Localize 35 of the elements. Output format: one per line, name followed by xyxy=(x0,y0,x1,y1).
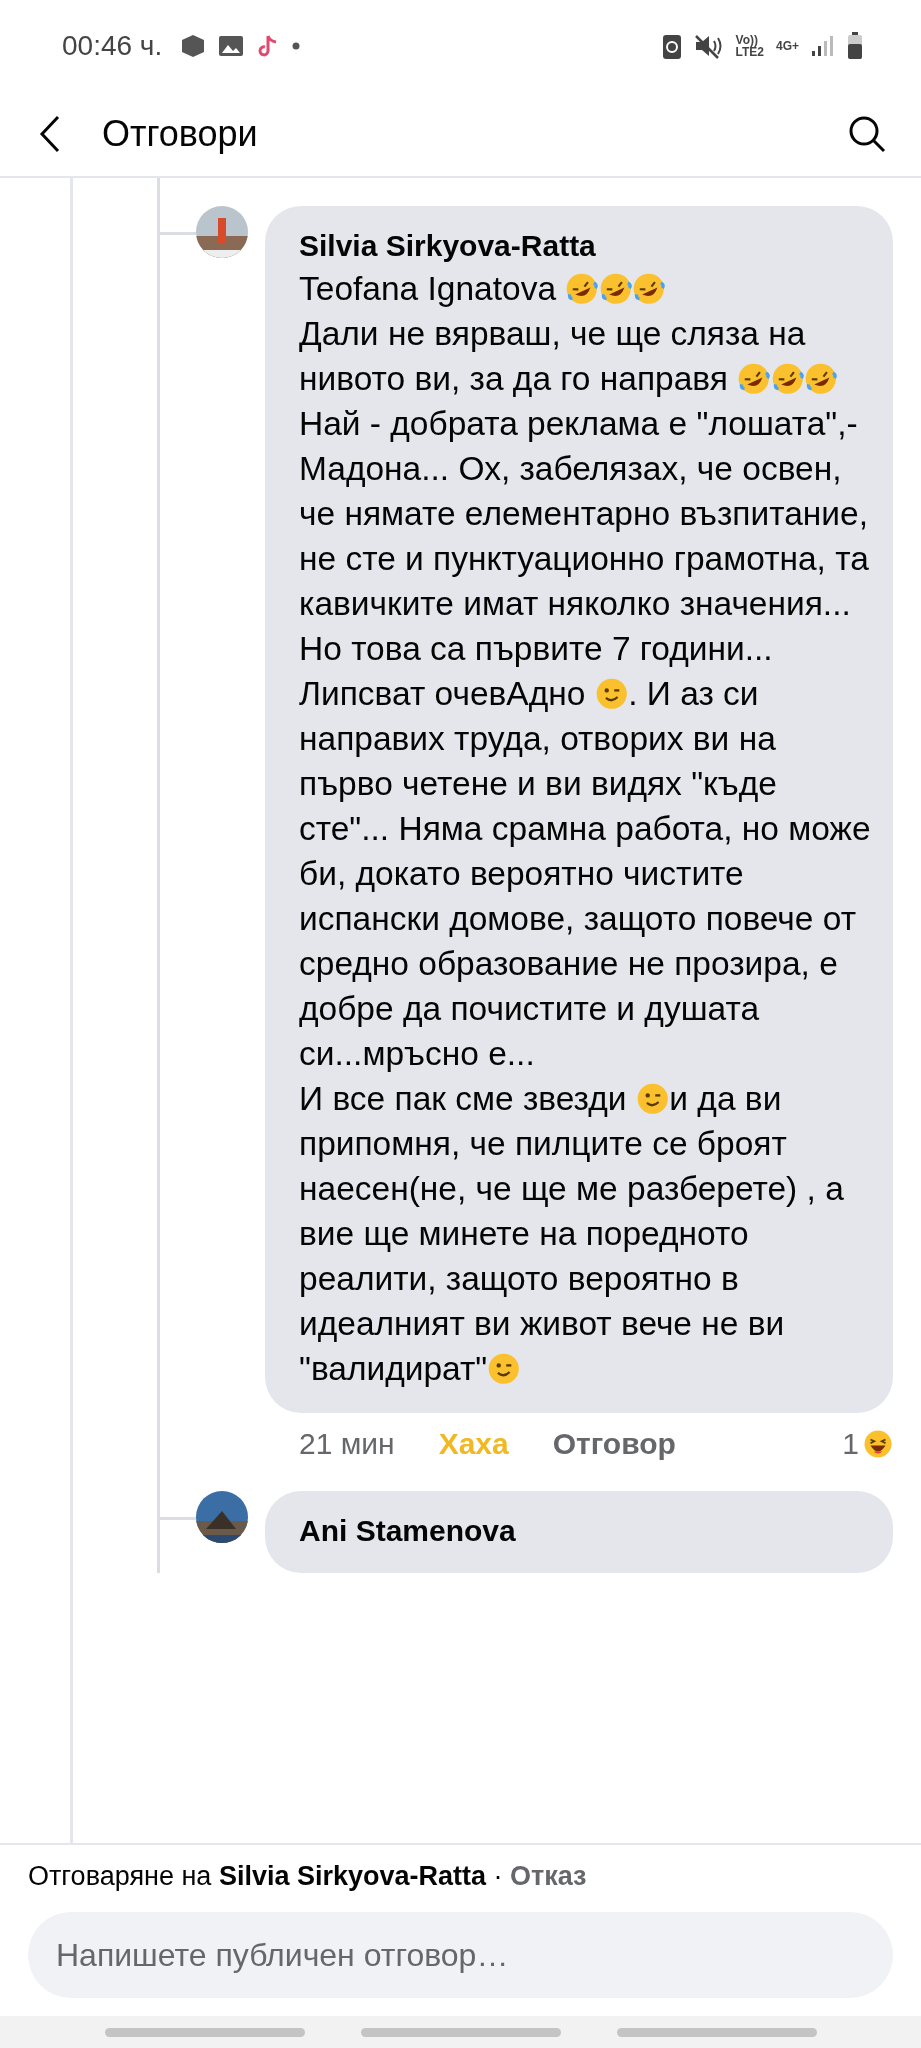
search-button[interactable] xyxy=(847,114,887,154)
laughing-tears-emoji-icon xyxy=(632,271,666,305)
laughing-tears-emoji-icon xyxy=(770,361,805,395)
winking-face-emoji-icon xyxy=(594,676,629,710)
battery-saver-icon xyxy=(661,32,682,60)
volte-label: Vo)) xyxy=(735,34,759,46)
lte-label: LTE2 xyxy=(735,46,764,58)
package-icon xyxy=(180,33,207,59)
comment-author[interactable]: Ani Stamenova xyxy=(299,1511,871,1551)
comment-text: Teofana Ignatova xyxy=(299,266,871,311)
laughing-emoji-icon xyxy=(863,1429,893,1459)
laughing-tears-emoji-icon xyxy=(737,361,771,395)
dot-icon xyxy=(292,42,301,50)
winking-face-emoji-icon xyxy=(487,1351,521,1385)
page-title: Отговори xyxy=(102,113,259,155)
winking-face-emoji-icon xyxy=(635,1081,670,1115)
battery-icon xyxy=(847,32,863,60)
laughing-tears-emoji-icon xyxy=(598,271,633,305)
comment-time: 21 мин xyxy=(299,1427,395,1461)
reply-button[interactable]: Отговор xyxy=(552,1427,676,1461)
mute-icon xyxy=(693,32,724,60)
image-icon xyxy=(218,34,245,58)
network-type-label: 4G+ xyxy=(776,40,799,52)
status-time: 00:46 ч. xyxy=(62,30,163,62)
comment-text: Дали не вярваш, че ще сляза на нивото ви, за да го направя Най - добрата реклама е "лошата",-Мадона... Ох, забелязах, че освен, че нямате елементарно възпитание, не сте и пунктуационно грамотна, та кавичките имат няколко значения... Но това са първите 7 години... Липсват очевАдно . И аз си направих труда, отворих ви на първо четене и ви видях "къде сте"... Няма срамна работа, но може би, докато вероятно чистите испански домове, защото повече от средно образование не прозира, е добре да почистите и душата си...мръсно е... xyxy=(299,314,871,1074)
reaction-count: 1 xyxy=(842,1427,859,1461)
comment-text: И все пак сме звезди и да ви припомня, че пилците се броят наесен(не, че ще ме разберете) , а вие ще минете на поредното реалити, защото вероятно в идеалният ви живот вече не ви "валидират" xyxy=(299,1079,845,1389)
replying-to-text: Отговаряне на Silvia Sirkyova-Ratta · xyxy=(28,1861,504,1892)
signal-icon xyxy=(811,35,835,57)
laughing-tears-emoji-icon xyxy=(565,271,599,305)
cancel-link[interactable]: Отказ xyxy=(510,1861,587,1892)
comment-author[interactable]: Silvia Sirkyova-Ratta xyxy=(299,226,871,266)
back-button[interactable] xyxy=(38,114,62,154)
laughing-tears-emoji-icon xyxy=(804,361,838,395)
reply-input-field[interactable]: Напишете публичен отговор… xyxy=(28,1912,893,1998)
